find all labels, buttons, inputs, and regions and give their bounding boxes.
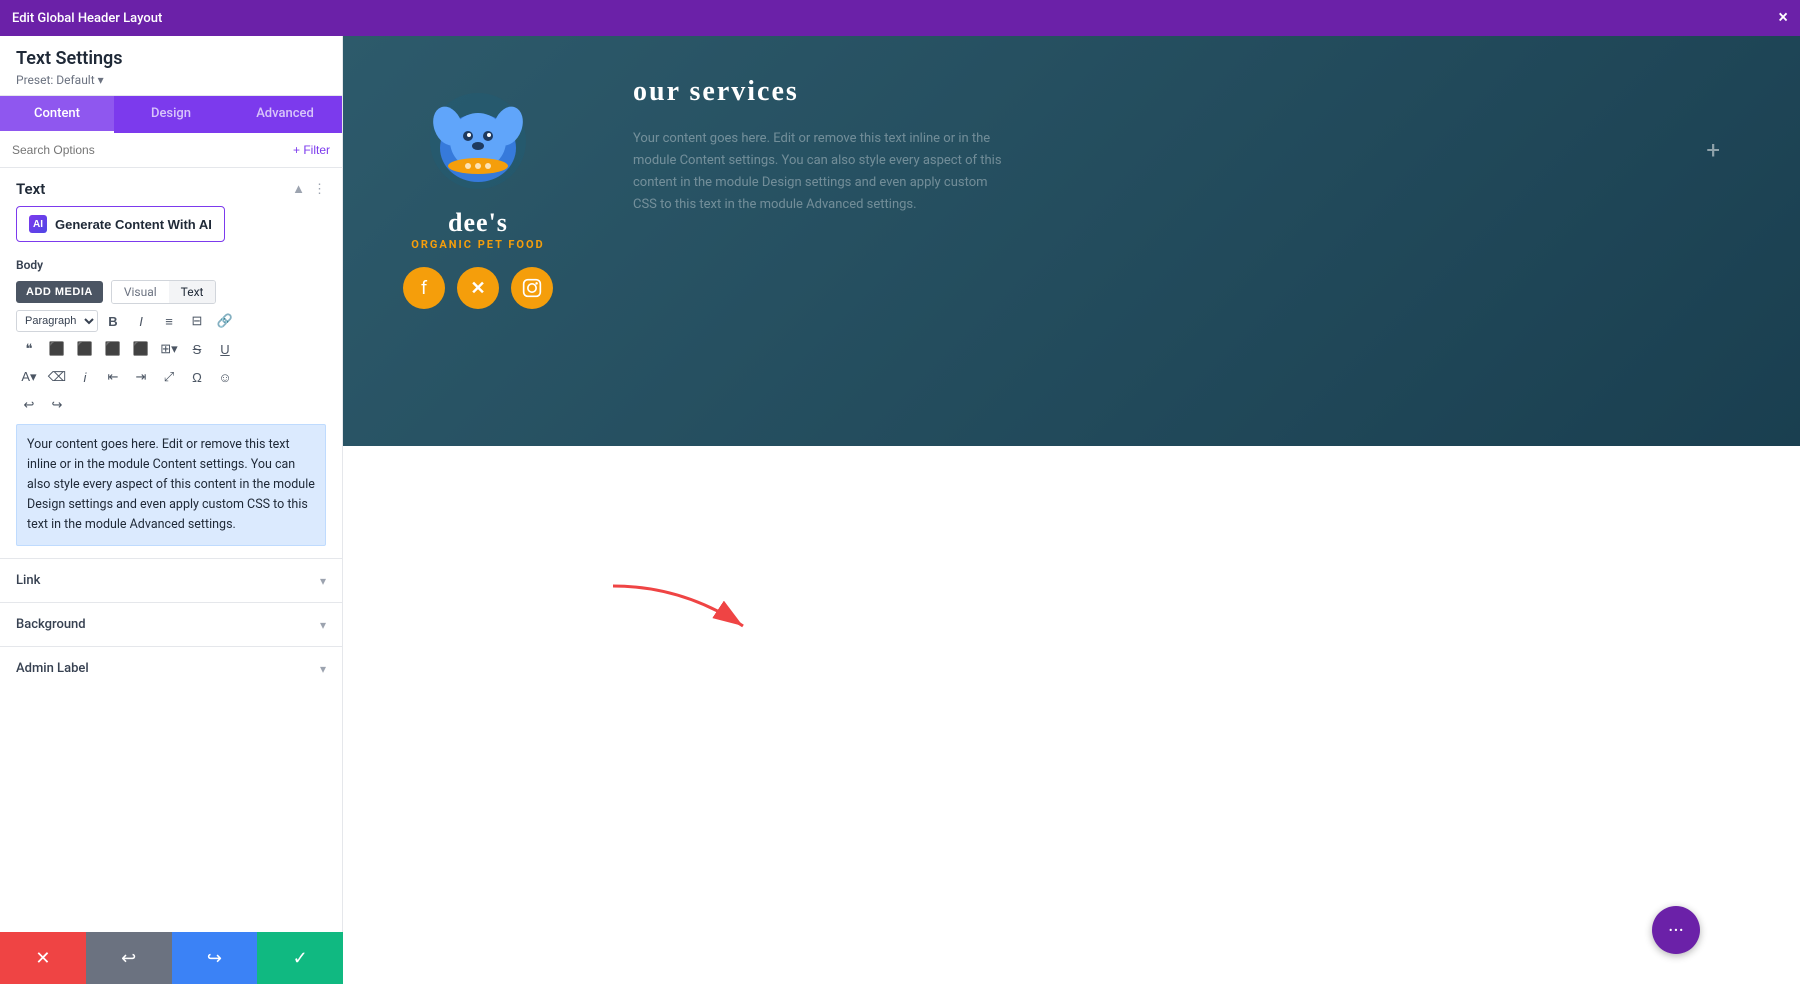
tab-advanced[interactable]: Advanced xyxy=(228,96,342,133)
save-button[interactable]: ✓ xyxy=(257,932,343,984)
clear-format-button[interactable]: ⌫ xyxy=(44,364,70,390)
section-controls: ▲ ⋮ xyxy=(292,181,326,197)
align-justify-button[interactable]: ⬛ xyxy=(128,336,154,362)
bullet-list-button[interactable]: ≡ xyxy=(156,308,182,334)
italic-style-button[interactable]: i xyxy=(72,364,98,390)
sidebar-content: Text ▲ ⋮ AI Generate Content With AI Bod… xyxy=(0,168,342,984)
add-media-button[interactable]: ADD MEDIA xyxy=(16,281,103,303)
align-center-button[interactable]: ⬛ xyxy=(72,336,98,362)
preview-area: dee's ORGANIC PET FOOD f ✕ xyxy=(343,36,1800,984)
sidebar-tabs: Content Design Advanced xyxy=(0,96,342,133)
dog-logo-svg xyxy=(413,76,543,206)
quote-button[interactable]: ❝ xyxy=(16,336,42,362)
view-tabs: Visual Text xyxy=(111,280,217,304)
bottom-toolbar: ✕ ↩ ↪ ✓ xyxy=(0,932,343,984)
align-right-button[interactable]: ⬛ xyxy=(100,336,126,362)
undo-action-button[interactable]: ↩ xyxy=(86,932,172,984)
italic-button[interactable]: I xyxy=(128,308,154,334)
ai-icon: AI xyxy=(29,215,47,233)
editor-text[interactable]: Your content goes here. Edit or remove t… xyxy=(27,435,315,535)
brand-name: dee's xyxy=(403,210,553,236)
emoji-button[interactable]: ☺ xyxy=(212,364,238,390)
sidebar-title: Text Settings xyxy=(16,48,326,69)
filter-button[interactable]: + Filter xyxy=(293,143,330,157)
background-section[interactable]: Background ▾ xyxy=(0,602,342,646)
close-icon[interactable]: × xyxy=(1778,9,1788,27)
text-section-header: Text ▲ ⋮ xyxy=(0,168,342,206)
cancel-button[interactable]: ✕ xyxy=(0,932,86,984)
tab-visual[interactable]: Visual xyxy=(112,281,169,303)
table-button[interactable]: ⊞▾ xyxy=(156,336,182,362)
twitter-icon[interactable]: ✕ xyxy=(457,267,499,309)
services-area: OUR SERVICES Your content goes here. Edi… xyxy=(633,76,1740,216)
redo-button[interactable]: ↪ xyxy=(44,392,70,418)
plus-icon[interactable]: + xyxy=(1706,136,1720,164)
main-layout: Text Settings Preset: Default ▾ Content … xyxy=(0,36,1800,984)
paragraph-select[interactable]: Paragraph Heading 1 Heading 2 xyxy=(16,310,98,332)
editor-toolbar: ADD MEDIA Visual Text Paragraph Heading … xyxy=(0,280,342,418)
text-editor-area[interactable]: Your content goes here. Edit or remove t… xyxy=(16,424,326,546)
toolbar-row-1: Paragraph Heading 1 Heading 2 B I ≡ ⊟ 🔗 xyxy=(16,308,326,334)
link-button[interactable]: 🔗 xyxy=(212,308,238,334)
services-title: OUR SERVICES xyxy=(633,76,1740,108)
ai-button-label: Generate Content With AI xyxy=(55,217,212,232)
text-color-button[interactable]: A▾ xyxy=(16,364,42,390)
instagram-icon[interactable] xyxy=(511,267,553,309)
facebook-icon[interactable]: f xyxy=(403,267,445,309)
search-input[interactable] xyxy=(12,143,285,157)
toolbar-row-3: A▾ ⌫ i ⇤ ⇥ ⤢ Ω ☺ xyxy=(16,364,326,390)
sidebar-header: Text Settings Preset: Default ▾ xyxy=(0,36,342,96)
brand-sub: ORGANIC PET FOOD xyxy=(403,238,553,251)
indent-button[interactable]: ⇥ xyxy=(128,364,154,390)
section-menu-icon[interactable]: ⋮ xyxy=(313,182,326,197)
bold-button[interactable]: B xyxy=(100,308,126,334)
tab-content[interactable]: Content xyxy=(0,96,114,133)
toolbar-top-row: ADD MEDIA Visual Text xyxy=(16,280,326,304)
brand-logo: dee's ORGANIC PET FOOD xyxy=(403,76,553,251)
top-bar-title: Edit Global Header Layout xyxy=(12,11,162,26)
admin-label-chevron-icon: ▾ xyxy=(320,662,326,676)
align-left-button[interactable]: ⬛ xyxy=(44,336,70,362)
body-label: Body xyxy=(0,254,342,280)
preset-selector[interactable]: Preset: Default ▾ xyxy=(16,73,326,87)
redo-action-button[interactable]: ↪ xyxy=(172,932,258,984)
link-section[interactable]: Link ▾ xyxy=(0,558,342,602)
ai-generate-button[interactable]: AI Generate Content With AI xyxy=(16,206,225,242)
link-chevron-icon: ▾ xyxy=(320,574,326,588)
toolbar-row-2: ❝ ⬛ ⬛ ⬛ ⬛ ⊞▾ S U xyxy=(16,336,326,362)
toolbar-row-4: ↩ ↪ xyxy=(16,392,326,418)
floating-action-button[interactable]: ··· xyxy=(1652,906,1700,954)
special-char-button[interactable]: Ω xyxy=(184,364,210,390)
strikethrough-button[interactable]: S xyxy=(184,336,210,362)
background-section-title: Background xyxy=(16,617,86,632)
link-section-title: Link xyxy=(16,573,40,588)
social-icons: f ✕ xyxy=(403,267,553,309)
top-bar: Edit Global Header Layout × xyxy=(0,0,1800,36)
canvas-area: dee's ORGANIC PET FOOD f ✕ xyxy=(343,36,1800,984)
tab-design[interactable]: Design xyxy=(114,96,228,133)
preview-white-section: ··· xyxy=(343,446,1800,984)
admin-label-title: Admin Label xyxy=(16,661,89,676)
text-section-title: Text xyxy=(16,180,45,198)
admin-label-section[interactable]: Admin Label ▾ xyxy=(0,646,342,690)
numbered-list-button[interactable]: ⊟ xyxy=(184,308,210,334)
services-text: Your content goes here. Edit or remove t… xyxy=(633,128,1013,216)
expand-button[interactable]: ⤢ xyxy=(156,364,182,390)
chevron-up-icon[interactable]: ▲ xyxy=(292,181,305,197)
tab-text[interactable]: Text xyxy=(169,281,216,303)
logo-area: dee's ORGANIC PET FOOD f ✕ xyxy=(403,76,553,309)
undo-button[interactable]: ↩ xyxy=(16,392,42,418)
sidebar: Text Settings Preset: Default ▾ Content … xyxy=(0,36,343,984)
background-chevron-icon: ▾ xyxy=(320,618,326,632)
instagram-svg xyxy=(522,278,542,298)
search-bar: + Filter xyxy=(0,133,342,168)
underline-button[interactable]: U xyxy=(212,336,238,362)
preview-header: dee's ORGANIC PET FOOD f ✕ xyxy=(343,36,1800,446)
outdent-button[interactable]: ⇤ xyxy=(100,364,126,390)
